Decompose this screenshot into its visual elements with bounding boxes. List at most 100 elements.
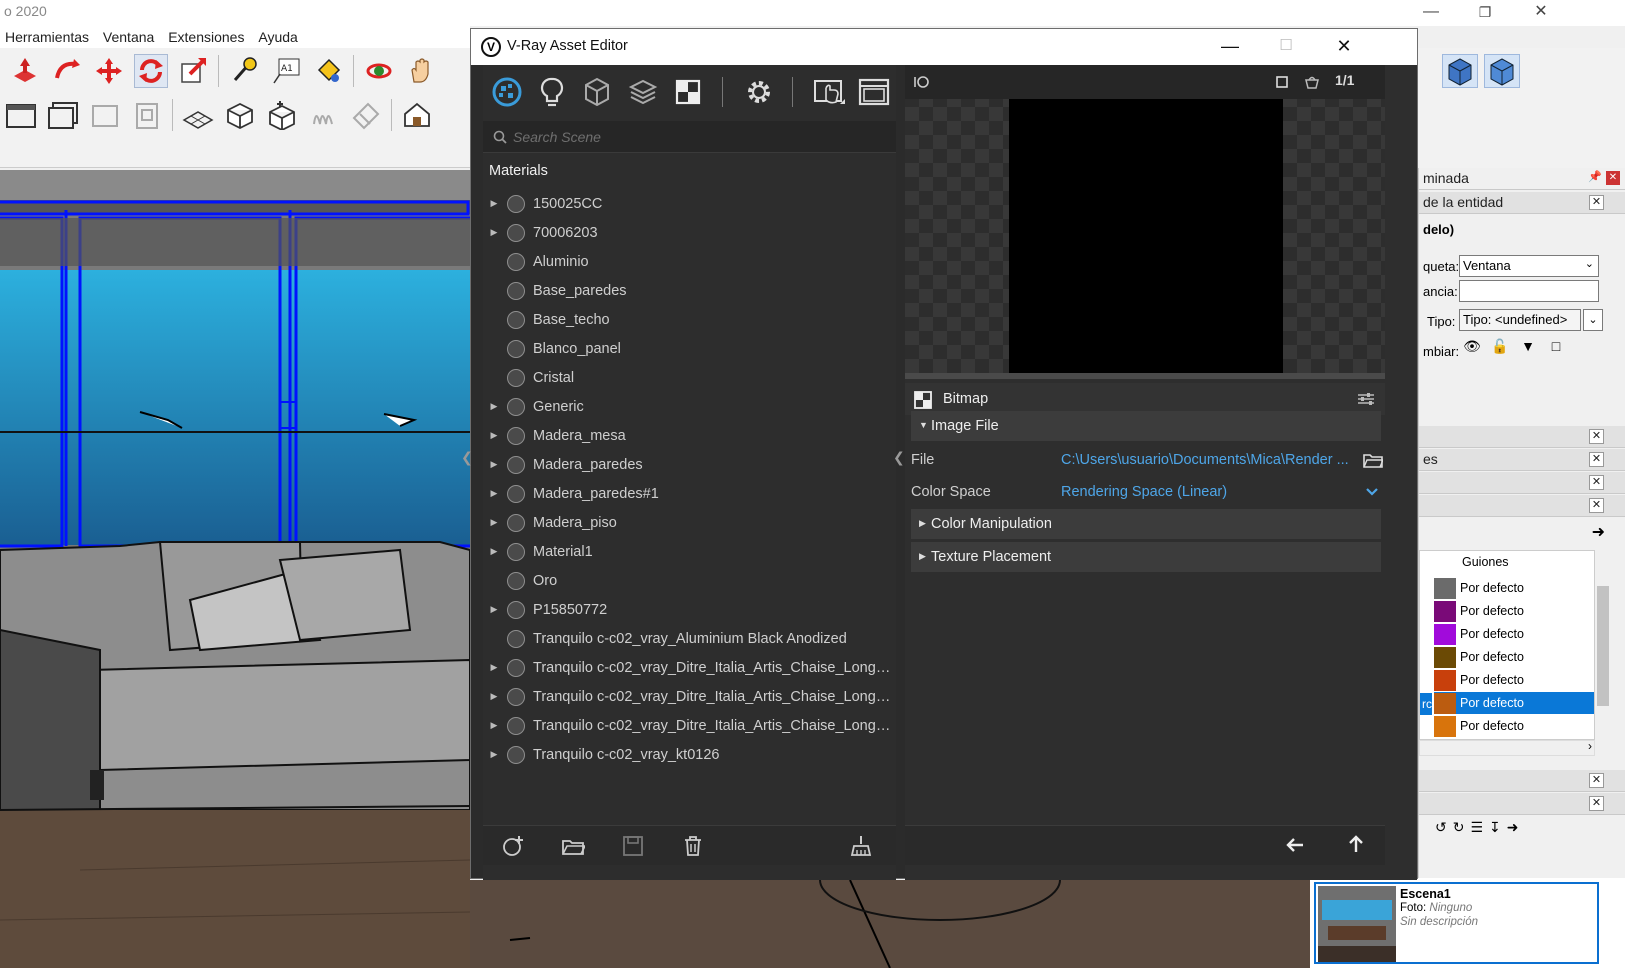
- tag-row[interactable]: Por defecto: [1434, 646, 1594, 668]
- material-row[interactable]: Base_paredes: [483, 276, 896, 305]
- move-icon[interactable]: [92, 54, 126, 88]
- scroll-right-icon[interactable]: ›: [1588, 739, 1592, 753]
- file-path-value[interactable]: C:\Users\usuario\Documents\Mica\Render .…: [1061, 452, 1349, 468]
- vray-minimize-icon[interactable]: —: [1201, 29, 1259, 65]
- expand-triangle-icon[interactable]: ▶: [485, 227, 503, 238]
- tab-textures[interactable]: [667, 70, 710, 114]
- expand-triangle-icon[interactable]: ▶: [485, 662, 503, 673]
- color-space-select[interactable]: Rendering Space (Linear): [1061, 484, 1227, 500]
- lock-icon[interactable]: 🔓: [1489, 338, 1511, 360]
- tab-materials[interactable]: [485, 70, 528, 114]
- expand-triangle-icon[interactable]: ▶: [485, 604, 503, 615]
- interactive-render-button[interactable]: [807, 70, 850, 114]
- sketchup-viewport[interactable]: [0, 170, 470, 968]
- tray-panel-collapsed-1[interactable]: ✕: [1419, 426, 1625, 448]
- tag-select[interactable]: Ventana ⌄: [1459, 255, 1599, 277]
- material-row[interactable]: ▶ Tranquilo c-c02_vray_Ditre_Italia_Artis…: [483, 653, 896, 682]
- su-restore-icon[interactable]: ❐: [1462, 0, 1508, 26]
- viewport-floor[interactable]: [470, 880, 1310, 968]
- material-row[interactable]: ▶ Madera_piso: [483, 508, 896, 537]
- scene-details-icon[interactable]: ➜: [1507, 819, 1519, 836]
- material-row[interactable]: ▶ Madera_mesa: [483, 421, 896, 450]
- drape-icon[interactable]: [307, 98, 341, 132]
- back-arrow-icon[interactable]: [1285, 836, 1305, 854]
- expand-triangle-icon[interactable]: ▶: [485, 198, 503, 209]
- menu-ayuda[interactable]: Ayuda: [253, 26, 302, 45]
- expand-triangle-icon[interactable]: ▶: [485, 401, 503, 412]
- material-row[interactable]: Base_techo: [483, 305, 896, 334]
- tag-row[interactable]: Por defecto: [1434, 577, 1594, 599]
- search-scene-box[interactable]: [483, 121, 896, 153]
- preview-zoom[interactable]: 1/1: [1335, 72, 1354, 88]
- scene-add-icon[interactable]: ↻: [1453, 819, 1465, 836]
- delete-trash-icon[interactable]: [681, 834, 705, 858]
- tab-settings[interactable]: [737, 70, 780, 114]
- vray-titlebar[interactable]: V V-Ray Asset Editor — ☐ ✕: [471, 29, 1417, 65]
- tape-measure-icon[interactable]: [227, 54, 261, 88]
- material-row[interactable]: ▶ Material1: [483, 537, 896, 566]
- tag-color-swatch[interactable]: [1434, 715, 1456, 737]
- collapse-left-panel-icon[interactable]: ❮: [461, 449, 473, 466]
- color-manipulation-section[interactable]: ▶ Color Manipulation: [911, 509, 1381, 539]
- tag-color-swatch[interactable]: [1434, 600, 1456, 622]
- material-row[interactable]: ▶ Madera_paredes: [483, 450, 896, 479]
- pan-hand-icon[interactable]: [404, 54, 438, 88]
- type-select[interactable]: Tipo: <undefined>: [1459, 309, 1581, 331]
- tab-render-elements[interactable]: [621, 70, 664, 114]
- tag-row[interactable]: Por defecto: [1434, 692, 1594, 714]
- section-cut-icon[interactable]: [130, 98, 164, 132]
- tags-hscrollbar[interactable]: ›: [1419, 739, 1595, 756]
- expand-triangle-icon[interactable]: ▶: [485, 459, 503, 470]
- tag-row[interactable]: Por defecto: [1434, 600, 1594, 622]
- preview-shape-icon[interactable]: [1275, 75, 1289, 89]
- panel-close-icon[interactable]: ✕: [1589, 475, 1604, 490]
- material-row[interactable]: ▶ 150025CC: [483, 189, 896, 218]
- tag-row[interactable]: Por defecto: [1434, 715, 1594, 737]
- material-row[interactable]: Oro: [483, 566, 896, 595]
- scene-view-options-icon[interactable]: ☰: [1470, 819, 1483, 836]
- material-row[interactable]: ▶ P15850772: [483, 595, 896, 624]
- warehouse-icon[interactable]: [400, 98, 434, 132]
- orbit-icon[interactable]: [362, 54, 396, 88]
- box-icon[interactable]: [223, 98, 257, 132]
- material-row[interactable]: Cristal: [483, 363, 896, 392]
- save-icon[interactable]: [621, 834, 645, 858]
- preview-resize-handle[interactable]: [905, 373, 1385, 379]
- tray-panel-tags[interactable]: ✕: [1419, 495, 1625, 517]
- tag-details-arrow-icon[interactable]: ➜: [1592, 522, 1605, 542]
- up-arrow-icon[interactable]: [1347, 834, 1365, 854]
- scale-icon[interactable]: [176, 54, 210, 88]
- expand-triangle-icon[interactable]: ▶: [485, 691, 503, 702]
- rotate-icon[interactable]: [134, 54, 168, 88]
- tag-row[interactable]: Por defecto: [1434, 669, 1594, 691]
- paint-bucket-icon[interactable]: [311, 54, 345, 88]
- sandbox-icon[interactable]: [181, 98, 215, 132]
- su-close-icon[interactable]: ✕: [1518, 0, 1564, 26]
- tag-color-swatch[interactable]: [1434, 646, 1456, 668]
- tray-panel-collapsed-3[interactable]: ✕: [1419, 472, 1625, 494]
- expand-triangle-icon[interactable]: ▶: [485, 546, 503, 557]
- tray-pin-icon[interactable]: 📌: [1588, 170, 1602, 183]
- texture-placement-section[interactable]: ▶ Texture Placement: [911, 542, 1381, 572]
- section-plane-icon[interactable]: [4, 98, 38, 132]
- material-row[interactable]: ▶ Tranquilo c-c02_vray_kt0126: [483, 740, 896, 769]
- type-dropdown-chevron-icon[interactable]: ⌄: [1583, 309, 1603, 331]
- panel-close-icon[interactable]: ✕: [1589, 498, 1604, 513]
- expand-triangle-icon[interactable]: ▶: [485, 720, 503, 731]
- visibility-eye-icon[interactable]: 👁: [1461, 338, 1483, 360]
- material-row[interactable]: ▶ Madera_paredes#1: [483, 479, 896, 508]
- panel-close-icon[interactable]: ✕: [1589, 429, 1604, 444]
- expand-triangle-icon[interactable]: ▶: [485, 517, 503, 528]
- preview-render-toggle-icon[interactable]: [913, 74, 931, 90]
- panel-close-icon[interactable]: ✕: [1589, 796, 1604, 811]
- menu-ventana[interactable]: Ventana: [98, 26, 159, 45]
- view-right-icon[interactable]: [1484, 54, 1520, 88]
- expand-triangle-icon[interactable]: ▶: [485, 488, 503, 499]
- cast-shadows-icon[interactable]: □: [1545, 338, 1567, 360]
- vray-close-icon[interactable]: ✕: [1315, 29, 1373, 65]
- tag-row[interactable]: Por defecto: [1434, 623, 1594, 645]
- view-front-icon[interactable]: [1442, 54, 1478, 88]
- chevron-down-icon[interactable]: [1365, 487, 1379, 497]
- vray-maximize-icon[interactable]: ☐: [1257, 29, 1315, 65]
- panel-close-icon[interactable]: ✕: [1589, 773, 1604, 788]
